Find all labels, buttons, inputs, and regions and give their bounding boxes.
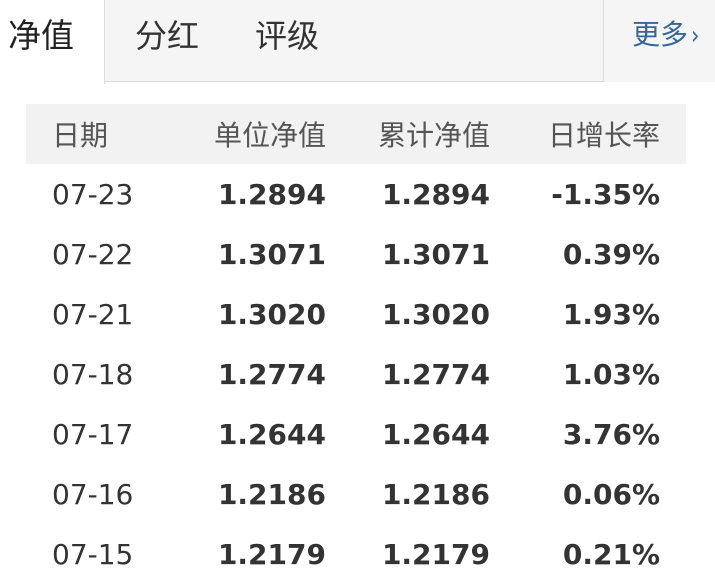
- cell-unit-nav: 1.3071: [217, 237, 326, 271]
- tab-bar: 净值 分红 评级 更多 ›: [0, 0, 715, 84]
- header-unit-nav: 单位净值: [186, 104, 326, 164]
- table-row: 07-23 1.2894 1.2894 -1.35%: [26, 164, 686, 224]
- table-row: 07-15 1.2179 1.2179 0.21%: [26, 524, 686, 584]
- cell-unit-nav: 1.2644: [217, 417, 326, 451]
- cell-daily-growth: 0.21%: [562, 537, 660, 571]
- tab-nav-value[interactable]: 净值: [0, 0, 105, 84]
- cell-date: 07-22: [52, 237, 134, 271]
- cell-date: 07-16: [52, 477, 134, 511]
- header-date: 日期: [26, 104, 186, 164]
- table-row: 07-18 1.2774 1.2774 1.03%: [26, 344, 686, 404]
- cell-accumulated-nav: 1.2186: [381, 477, 490, 511]
- cell-daily-growth: 0.39%: [562, 237, 660, 271]
- cell-daily-growth: 1.93%: [562, 297, 660, 331]
- chevron-right-icon: ›: [691, 21, 700, 51]
- cell-accumulated-nav: 1.2179: [381, 537, 490, 571]
- cell-unit-nav: 1.2186: [217, 477, 326, 511]
- nav-history-table: 日期 单位净值 累计净值 日增长率 07-23 1.2894 1.2894 -1.35…: [26, 104, 686, 584]
- cell-date: 07-15: [52, 537, 134, 571]
- cell-daily-growth: 0.06%: [562, 477, 660, 511]
- cell-daily-growth: 3.76%: [562, 417, 660, 451]
- table-header-row: 日期 单位净值 累计净值 日增长率: [26, 104, 686, 164]
- table-row: 07-21 1.3020 1.3020 1.93%: [26, 284, 686, 344]
- cell-date: 07-21: [52, 297, 134, 331]
- cell-unit-nav: 1.2894: [217, 177, 326, 211]
- header-daily-growth: 日增长率: [490, 104, 686, 164]
- cell-accumulated-nav: 1.2644: [381, 417, 490, 451]
- more-link-label: 更多: [632, 18, 689, 51]
- header-accumulated-nav: 累计净值: [326, 104, 490, 164]
- table-row: 07-22 1.3071 1.3071 0.39%: [26, 224, 686, 284]
- cell-unit-nav: 1.2179: [217, 537, 326, 571]
- table-row: 07-17 1.2644 1.2644 3.76%: [26, 404, 686, 464]
- cell-accumulated-nav: 1.2894: [381, 177, 490, 211]
- tab-dividend[interactable]: 分红: [135, 0, 199, 82]
- cell-date: 07-18: [52, 357, 134, 391]
- tab-rating[interactable]: 评级: [255, 0, 319, 82]
- cell-daily-growth: 1.03%: [562, 357, 660, 391]
- cell-unit-nav: 1.2774: [217, 357, 326, 391]
- cell-accumulated-nav: 1.3071: [381, 237, 490, 271]
- table-row: 07-16 1.2186 1.2186 0.06%: [26, 464, 686, 524]
- cell-date: 07-23: [52, 177, 134, 211]
- cell-daily-growth: -1.35%: [551, 177, 660, 211]
- cell-date: 07-17: [52, 417, 134, 451]
- cell-accumulated-nav: 1.2774: [381, 357, 490, 391]
- cell-unit-nav: 1.3020: [217, 297, 326, 331]
- more-link[interactable]: 更多 ›: [603, 0, 715, 82]
- cell-accumulated-nav: 1.3020: [381, 297, 490, 331]
